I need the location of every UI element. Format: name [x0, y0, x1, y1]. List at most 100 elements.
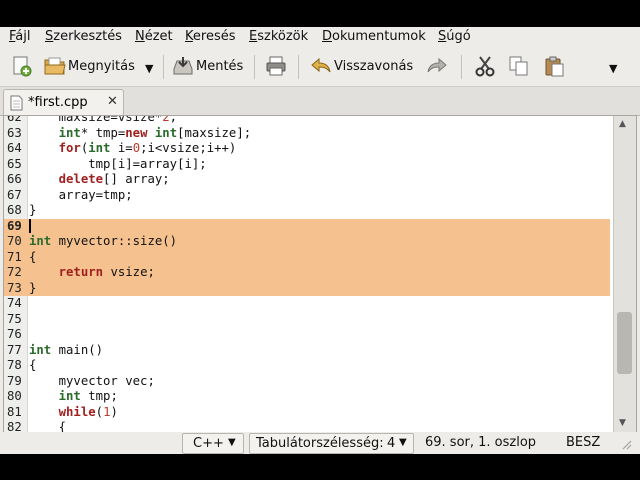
chevron-down-icon: ▼ — [145, 61, 154, 75]
tab-close-icon[interactable]: ✕ — [107, 94, 118, 109]
code-line[interactable]: 74 — [4, 296, 610, 312]
toolbar-overflow-icon: ▼ — [609, 61, 618, 75]
code-line[interactable]: 70 int myvector::size() — [4, 234, 610, 250]
code-text: int main() — [29, 342, 104, 357]
code-line[interactable]: 72 return vsize; — [4, 265, 610, 281]
tab-width-value: 4 — [387, 436, 396, 451]
code-line[interactable]: 62 maxsize=vsize*2; — [4, 115, 610, 126]
text-cursor — [29, 218, 31, 233]
paste-button[interactable] — [543, 52, 565, 80]
menu-dokumentumok[interactable]: Dokumentumok — [322, 29, 426, 44]
line-number: 69 — [7, 218, 22, 233]
code-line[interactable]: 80 int tmp; — [4, 389, 610, 405]
cursor-position: 69. sor, 1. oszlop — [425, 435, 537, 450]
menu-eszkozok[interactable]: Eszközök — [249, 29, 308, 44]
line-number: 77 — [7, 342, 22, 357]
menu-sugo[interactable]: Súgó — [438, 29, 471, 44]
scroll-up-icon[interactable]: ▲ — [619, 119, 626, 129]
redo-button[interactable] — [426, 52, 448, 80]
print-icon — [265, 55, 287, 77]
paste-icon — [543, 55, 565, 77]
code-text: int myvector::size() — [29, 234, 178, 248]
code-text: array=tmp; — [29, 187, 133, 202]
line-number: 70 — [7, 234, 22, 248]
line-number: 74 — [7, 296, 22, 310]
code-text: tmp[i]=array[i]; — [29, 156, 207, 171]
save-button-label: Mentés — [196, 58, 244, 74]
undo-button-label: Visszavonás — [334, 58, 414, 74]
cut-icon — [474, 55, 496, 77]
menu-szerkesztes[interactable]: Szerkesztés — [45, 29, 122, 44]
new-button[interactable] — [10, 52, 32, 80]
code-line[interactable]: 68} — [4, 203, 610, 219]
resize-grip-icon[interactable] — [620, 438, 632, 454]
new-document-icon — [10, 55, 32, 77]
code-line[interactable]: 63 int* tmp=new int[maxsize]; — [4, 126, 610, 142]
tab-width-selector[interactable]: Tabulátorszélesség: 4 ▼ — [249, 433, 414, 454]
status-bar: C++ ▼ Tabulátorszélesség: 4 ▼ 69. sor, 1… — [0, 432, 640, 454]
code-line[interactable]: 73} — [4, 280, 610, 296]
language-selector[interactable]: C++ ▼ — [182, 433, 244, 454]
code-text: } — [29, 203, 37, 217]
line-number: 76 — [7, 327, 22, 341]
code-text: while(1) — [58, 404, 118, 419]
line-number: 73 — [7, 280, 22, 295]
scroll-down-icon[interactable]: ▼ — [619, 418, 626, 428]
tab-label: *first.cpp — [28, 95, 88, 110]
line-number: 62 — [7, 115, 22, 124]
tab-first-cpp[interactable]: *first.cpp ✕ — [3, 89, 124, 116]
line-number: 65 — [7, 156, 22, 171]
line-number: 80 — [7, 389, 22, 403]
copy-button[interactable] — [508, 52, 530, 80]
print-button[interactable] — [265, 52, 287, 80]
code-line[interactable]: 67 array=tmp; — [4, 188, 610, 204]
save-icon — [172, 55, 194, 77]
chevron-down-icon: ▼ — [399, 437, 407, 448]
code-text: delete[] array; — [58, 172, 170, 186]
open-button[interactable]: Megnyitás — [44, 52, 135, 80]
code-text: maxsize=vsize*2; — [29, 115, 178, 124]
line-number: 81 — [7, 404, 22, 419]
code-line[interactable]: 76 — [4, 327, 610, 343]
cut-button[interactable] — [474, 52, 496, 80]
undo-icon — [310, 55, 332, 77]
menu-fajl[interactable]: Fájl — [9, 29, 31, 44]
menu-kereses[interactable]: Keresés — [185, 29, 236, 44]
code-text: { — [29, 249, 37, 264]
editor[interactable]: 62 maxsize=vsize*2; 63 int* tmp=new int[m… — [3, 115, 637, 433]
line-number: 68 — [7, 203, 22, 217]
vertical-scrollbar[interactable]: ▲ ▼ — [613, 116, 636, 432]
toolbar-separator — [298, 55, 299, 79]
undo-button[interactable]: Visszavonás — [310, 52, 413, 80]
toolbar-separator — [461, 55, 462, 79]
code-line[interactable]: 77 int main() — [4, 343, 610, 359]
redo-icon — [426, 55, 448, 77]
tab-width-label: Tabulátorszélesség: — [256, 436, 384, 451]
code-line[interactable]: 69 — [4, 218, 610, 234]
open-recent-dropdown[interactable]: ▼ — [145, 54, 153, 82]
code-line[interactable]: 78 { — [4, 358, 610, 374]
toolbar-overflow-button[interactable]: ▼ — [609, 54, 617, 82]
menu-nezet[interactable]: Nézet — [135, 29, 173, 44]
code-line[interactable]: 81 while(1) — [4, 405, 610, 421]
toolbar: Megnyitás ▼ Mentés Visszavonás ▼ — [0, 48, 640, 87]
scrollbar-thumb[interactable] — [617, 312, 632, 374]
code-text: } — [29, 280, 37, 295]
line-number: 67 — [7, 187, 22, 202]
document-tabs: *first.cpp ✕ — [0, 87, 640, 116]
save-button[interactable]: Mentés — [172, 52, 243, 80]
menu-bar: Fájl Szerkesztés Nézet Keresés Eszközök … — [0, 27, 640, 47]
code-text: myvector vec; — [29, 373, 155, 388]
toolbar-separator — [163, 55, 164, 79]
code-line[interactable]: 79 myvector vec; — [4, 374, 610, 390]
code-line[interactable]: 64 for(int i=0;i<vsize;i++) — [4, 141, 610, 157]
code-line[interactable]: 75 — [4, 312, 610, 328]
insert-mode: BESZ — [566, 435, 601, 450]
line-number: 78 — [7, 358, 22, 372]
code-line[interactable]: 65 tmp[i]=array[i]; — [4, 157, 610, 173]
open-button-label: Megnyitás — [68, 58, 135, 74]
code-line[interactable]: 71 { — [4, 249, 610, 265]
code-text: return vsize; — [58, 265, 155, 279]
line-number: 72 — [7, 265, 22, 279]
code-line[interactable]: 66 delete[] array; — [4, 172, 610, 188]
